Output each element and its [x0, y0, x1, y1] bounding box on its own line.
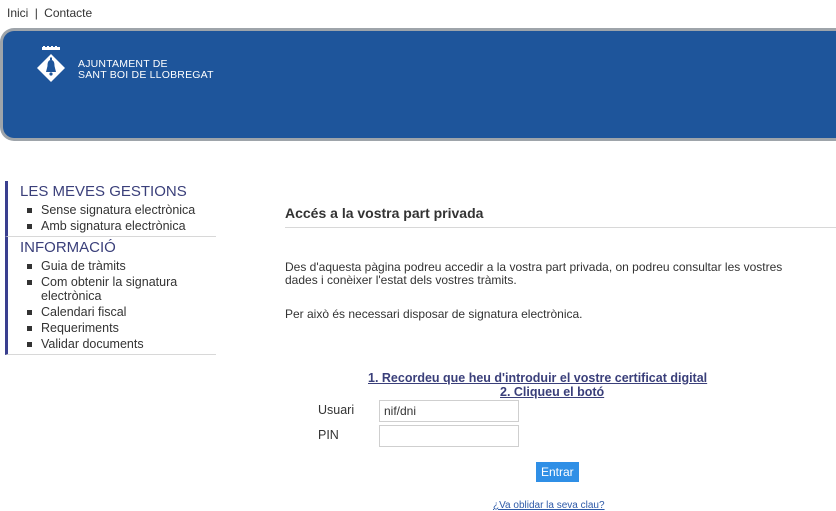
- step2-click-button-link[interactable]: 2. Cliqueu el botó: [500, 385, 604, 399]
- top-links: Inici | Contacte: [7, 6, 92, 20]
- menu-item-guia-tramits[interactable]: Guia de tràmits: [27, 259, 216, 273]
- sidebar: LES MEVES GESTIONS Sense signatura elect…: [5, 181, 216, 355]
- menu-item-calendari-fiscal[interactable]: Calendari fiscal: [27, 305, 216, 319]
- page-title: Accés a la vostra part privada: [285, 205, 836, 228]
- menu-item-obtenir-signatura[interactable]: Com obtenir la signatura electrònica: [27, 275, 216, 303]
- intro-paragraph: Des d'aquesta pàgina podreu accedir a la…: [285, 260, 783, 287]
- user-field[interactable]: [379, 400, 519, 422]
- main-content: Accés a la vostra part privada Des d'aqu…: [285, 205, 836, 321]
- section-title-informacio: INFORMACIÓ: [20, 239, 116, 256]
- user-label: Usuari: [318, 403, 355, 417]
- bell-crest-icon: [37, 46, 65, 82]
- menu-informacio: Guia de tràmits Com obtenir la signatura…: [20, 259, 216, 351]
- section-informacio: INFORMACIÓ Guia de tràmits Com obtenir l…: [5, 237, 216, 355]
- menu-item-amb-signatura[interactable]: Amb signatura electrònica: [27, 219, 216, 233]
- section-title-gestions: LES MEVES GESTIONS: [20, 183, 187, 200]
- submit-button[interactable]: Entrar: [536, 462, 579, 482]
- contact-link[interactable]: Contacte: [44, 6, 92, 20]
- header-banner: Ajuntament de Sant Boi de Llobregat: [0, 28, 836, 141]
- menu-gestions: Sense signatura electrònica Amb signatur…: [20, 203, 216, 233]
- pin-label: PIN: [318, 428, 339, 442]
- menu-item-requeriments[interactable]: Requeriments: [27, 321, 216, 335]
- menu-item-sense-signatura[interactable]: Sense signatura electrònica: [27, 203, 216, 217]
- logo-line2: Sant Boi de Llobregat: [78, 69, 214, 81]
- section-gestions: LES MEVES GESTIONS Sense signatura elect…: [5, 181, 216, 237]
- step1-certificate-link[interactable]: 1. Recordeu que heu d'introduir el vostr…: [368, 371, 707, 385]
- forgot-password-link[interactable]: ¿Va oblidar la seva clau?: [493, 500, 605, 511]
- logo-text: Ajuntament de Sant Boi de Llobregat: [78, 59, 214, 81]
- signature-requirement-text: Per això és necessari disposar de signat…: [285, 307, 583, 321]
- pin-field[interactable]: [379, 425, 519, 447]
- municipality-logo[interactable]: Ajuntament de Sant Boi de Llobregat: [36, 45, 214, 87]
- home-link[interactable]: Inici: [7, 6, 28, 20]
- top-links-separator: |: [34, 6, 38, 20]
- menu-item-validar-documents[interactable]: Validar documents: [27, 337, 216, 351]
